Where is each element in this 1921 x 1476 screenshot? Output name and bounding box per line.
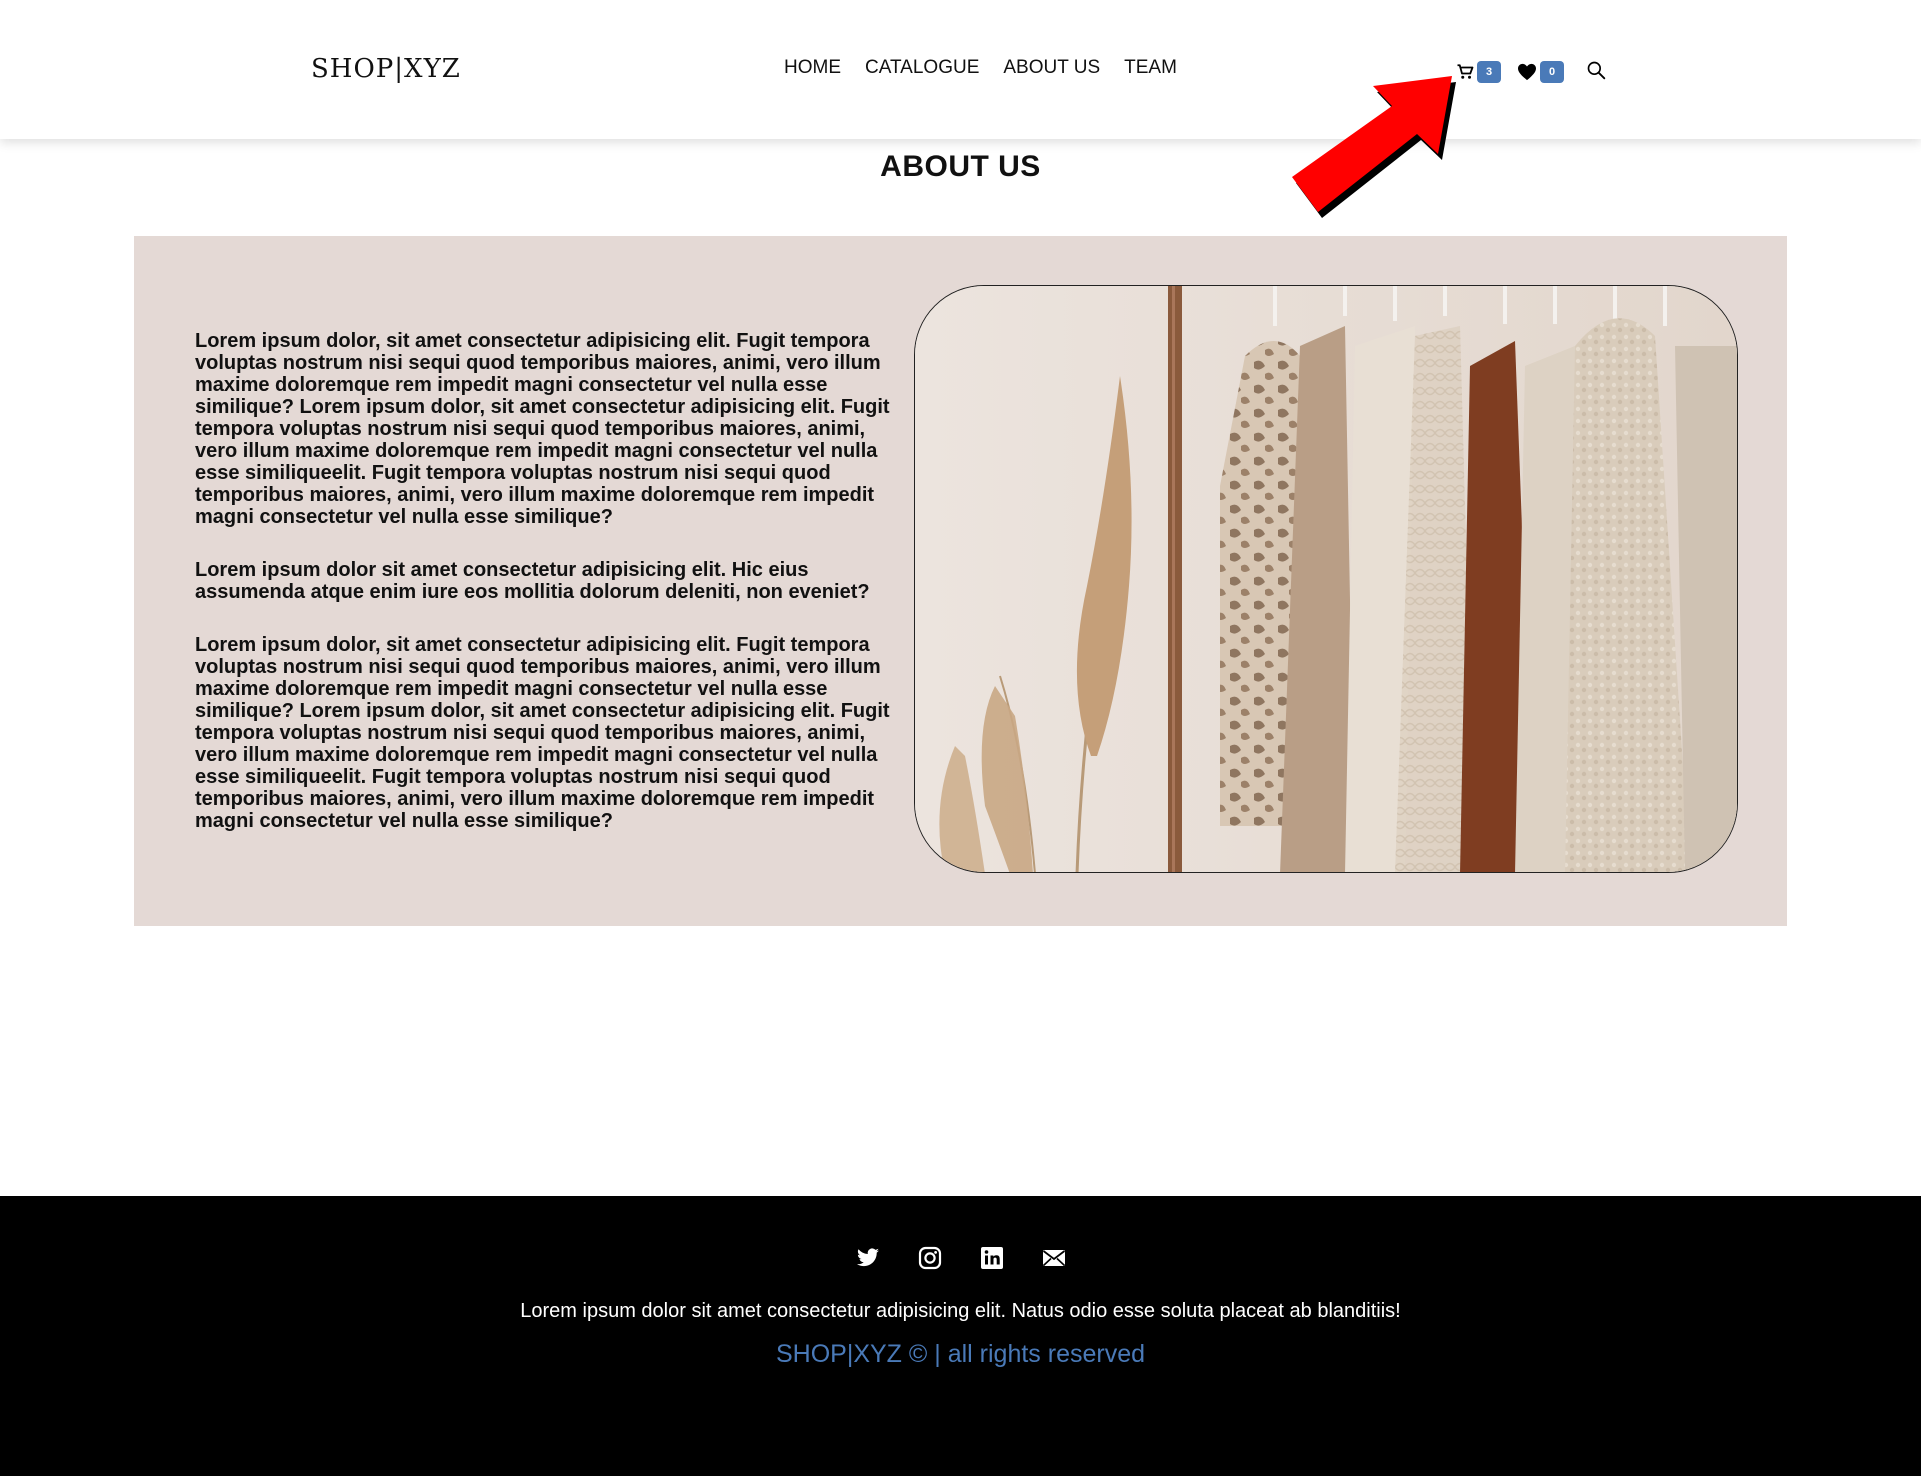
clothing-rack-illustration <box>915 286 1737 872</box>
about-paragraph: Lorem ipsum dolor, sit amet consectetur … <box>195 634 890 832</box>
page-title: ABOUT US <box>880 150 1041 183</box>
site-header: SHOP|XYZ HOME CATALOGUE ABOUT US TEAM 3 … <box>0 0 1921 139</box>
linkedin-icon[interactable] <box>980 1246 1004 1270</box>
footer-copyright: SHOP|XYZ © | all rights reserved <box>775 1340 1146 1368</box>
instagram-icon[interactable] <box>918 1246 942 1270</box>
site-logo[interactable]: SHOP|XYZ <box>311 54 461 84</box>
wishlist-count-badge: 0 <box>1540 61 1564 83</box>
annotation-arrow-icon <box>1292 76 1456 218</box>
twitter-icon[interactable] <box>856 1246 880 1270</box>
nav-about-us[interactable]: ABOUT US <box>1003 57 1100 79</box>
site-footer: Lorem ipsum dolor sit amet consectetur a… <box>0 1196 1921 1476</box>
about-paragraph: Lorem ipsum dolor sit amet consectetur a… <box>195 559 870 603</box>
search-icon <box>1587 61 1606 79</box>
social-links <box>0 1246 1921 1270</box>
nav-team[interactable]: TEAM <box>1124 57 1177 79</box>
cart-count-badge: 3 <box>1477 61 1501 83</box>
nav-home[interactable]: HOME <box>784 57 841 79</box>
nav-catalogue[interactable]: CATALOGUE <box>865 57 979 79</box>
footer-text: Lorem ipsum dolor sit amet consectetur a… <box>520 1300 1401 1322</box>
main-nav: HOME CATALOGUE ABOUT US TEAM <box>784 57 1177 79</box>
header-icons: 3 0 <box>1456 57 1606 87</box>
about-text: Lorem ipsum dolor, sit amet consectetur … <box>195 330 905 863</box>
clothing-rack-image <box>914 285 1738 873</box>
heart-icon <box>1518 63 1536 81</box>
about-section: Lorem ipsum dolor, sit amet consectetur … <box>134 236 1787 926</box>
page: SHOP|XYZ HOME CATALOGUE ABOUT US TEAM 3 … <box>0 0 1921 1476</box>
search-button[interactable] <box>1586 60 1606 85</box>
mail-icon[interactable] <box>1042 1246 1066 1270</box>
wishlist-button[interactable]: 0 <box>1517 61 1564 83</box>
about-paragraph: Lorem ipsum dolor, sit amet consectetur … <box>195 330 890 528</box>
